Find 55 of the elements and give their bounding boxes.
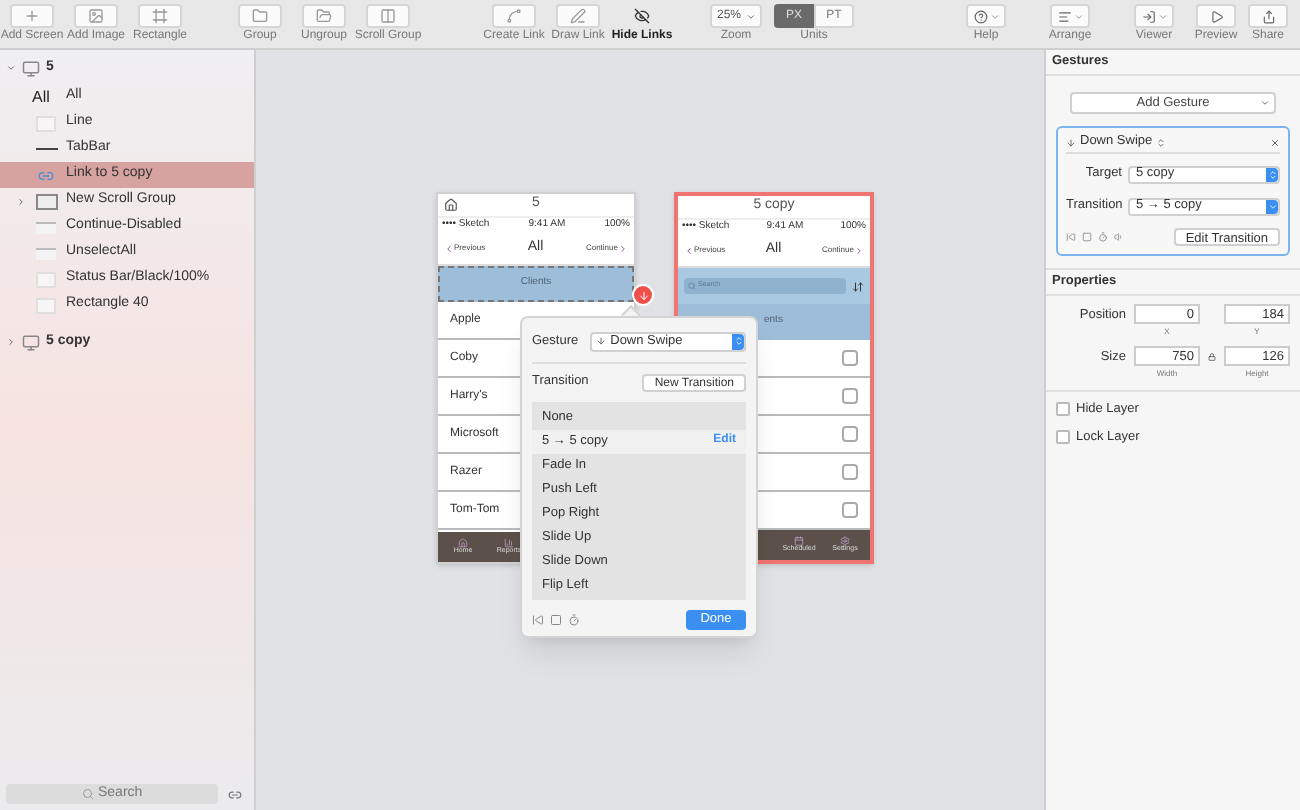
enter-icon	[1141, 9, 1155, 23]
arrow-down-icon	[596, 336, 607, 347]
screen-icon	[22, 333, 40, 351]
curve-icon	[506, 8, 522, 24]
speaker-icon[interactable]	[1114, 231, 1124, 241]
calendar-icon	[794, 536, 804, 547]
link-badge[interactable]	[632, 284, 654, 306]
settings-icon	[840, 536, 850, 547]
toolbar-button[interactable]	[966, 4, 1006, 28]
chevron-down-icon	[989, 11, 999, 21]
help-icon	[973, 9, 987, 23]
rectangle-icon	[152, 8, 168, 24]
play-icon	[1209, 9, 1223, 23]
chevron-down-icon	[745, 11, 755, 21]
screen-icon	[22, 59, 40, 77]
chevron-right-icon	[617, 243, 628, 253]
rewind-icon[interactable]	[1066, 231, 1076, 241]
home-icon	[458, 538, 468, 549]
stop-icon[interactable]	[1082, 231, 1092, 241]
timer-icon[interactable]	[1098, 231, 1108, 241]
stepper-icon[interactable]	[1156, 137, 1167, 147]
plus-icon	[24, 8, 40, 24]
chevron-down-icon	[1260, 98, 1270, 108]
text-layer-thumbnail: All	[32, 89, 52, 105]
stepper-icon	[733, 336, 743, 347]
link-icon[interactable]	[226, 787, 244, 801]
columns-icon	[380, 8, 396, 24]
group-icon	[35, 193, 57, 209]
eye-off-icon	[634, 8, 650, 24]
checkbox[interactable]	[1056, 430, 1070, 445]
image-icon	[88, 8, 104, 24]
chart-icon	[504, 538, 514, 549]
share-icon	[1261, 9, 1275, 23]
chevron-left-icon	[684, 245, 694, 255]
search-icon	[688, 282, 696, 290]
chevron-right-icon	[853, 245, 864, 255]
chevron-down-icon	[1267, 201, 1277, 211]
chevron-left-icon	[444, 243, 454, 253]
pen-icon	[570, 8, 586, 24]
lock-icon[interactable]	[1208, 352, 1216, 362]
rewind-icon[interactable]	[532, 614, 544, 627]
stop-icon[interactable]	[550, 614, 562, 627]
sort-icon	[852, 279, 864, 293]
open-folder-icon	[316, 8, 332, 24]
align-icon	[1057, 9, 1071, 23]
link-icon	[36, 167, 56, 183]
arrow-down-icon	[1066, 137, 1076, 147]
arrow-down-icon	[637, 289, 649, 301]
line-thumbnail	[35, 148, 57, 150]
chevron-down-icon	[1073, 11, 1083, 21]
timer-icon[interactable]	[568, 614, 580, 627]
checkbox[interactable]	[1056, 402, 1070, 417]
folder-icon	[252, 8, 268, 24]
stepper-icon	[1267, 169, 1277, 179]
chevron-down-icon	[1157, 11, 1167, 21]
